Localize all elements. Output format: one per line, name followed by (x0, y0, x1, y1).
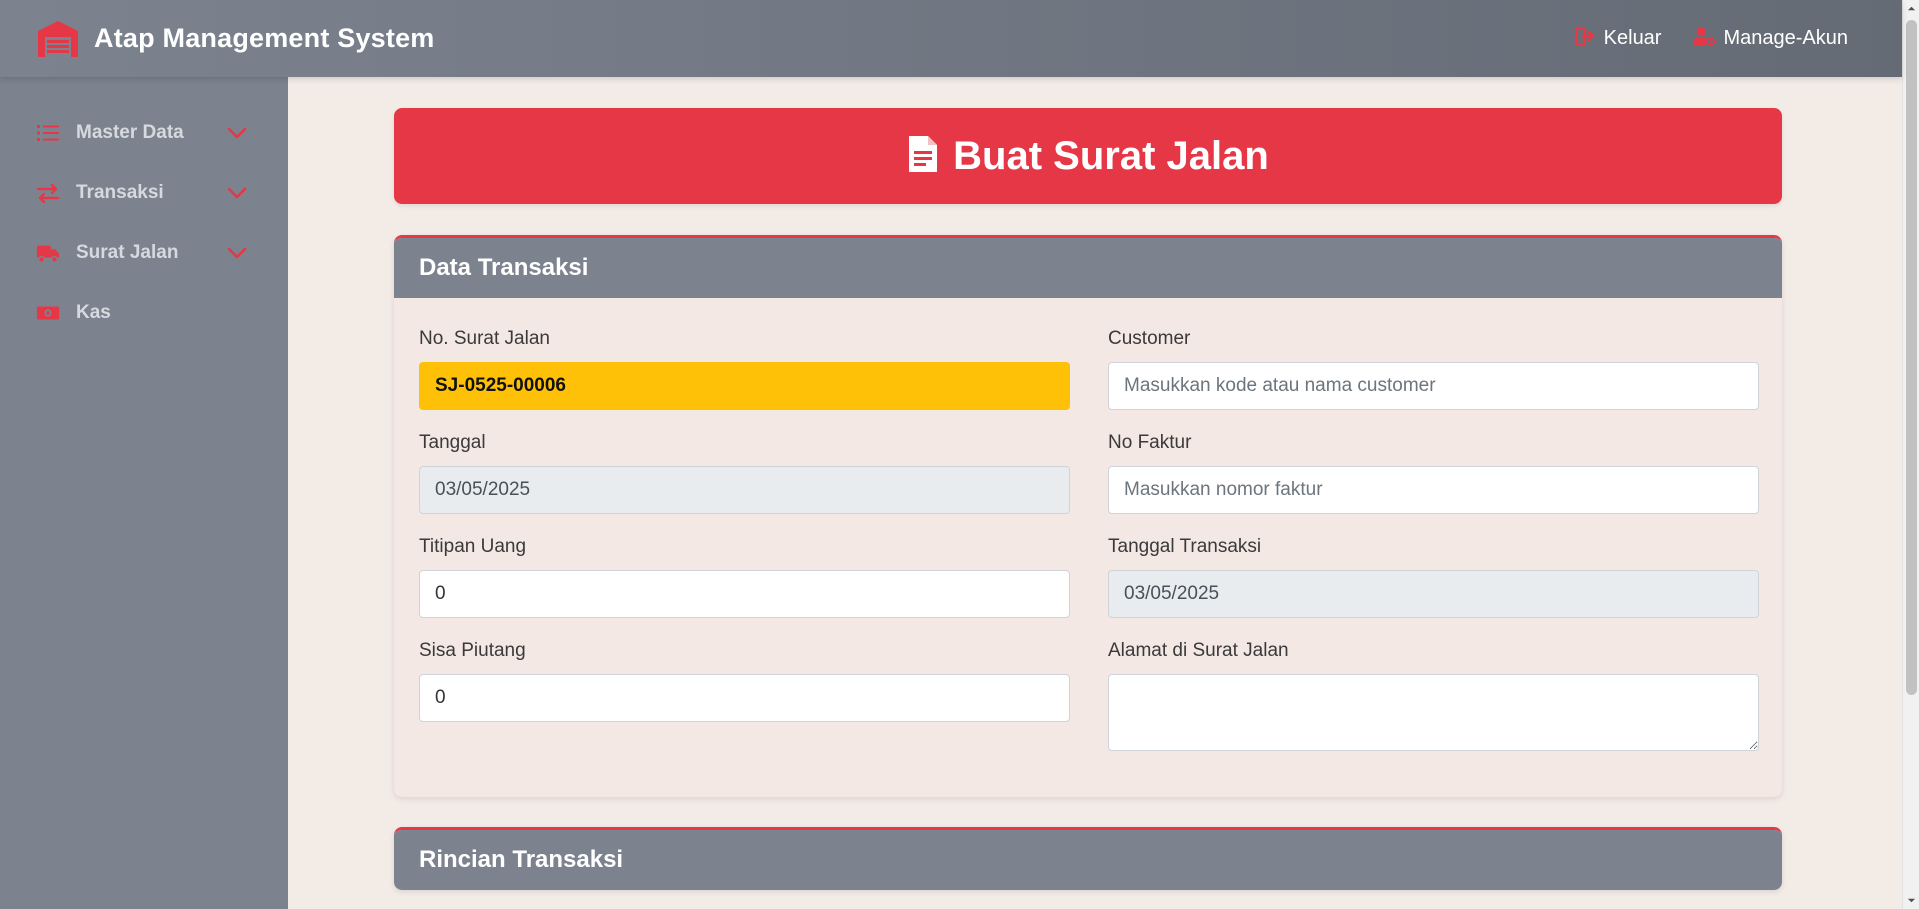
file-document-icon (907, 134, 939, 179)
manage-account-label: Manage-Akun (1723, 27, 1848, 49)
user-gear-icon (1693, 25, 1716, 53)
sidebar-item-surat-jalan[interactable]: Surat Jalan (0, 223, 288, 283)
titipan-uang-input[interactable] (419, 570, 1070, 618)
scroll-up-icon[interactable] (1903, 0, 1919, 17)
vertical-scrollbar[interactable] (1902, 0, 1919, 909)
tanggal-transaksi-field: Tanggal Transaksi (1108, 536, 1759, 618)
data-transaksi-card: Data Transaksi No. Surat Jalan Tanggal T… (394, 235, 1782, 797)
brand[interactable]: Atap Management System (36, 19, 435, 59)
alamat-label: Alamat di Surat Jalan (1108, 640, 1289, 661)
customer-label: Customer (1108, 328, 1191, 349)
sisa-piutang-input[interactable] (419, 674, 1070, 722)
scroll-thumb[interactable] (1906, 20, 1917, 695)
manage-account-link[interactable]: Manage-Akun (1693, 25, 1848, 53)
sidebar-item-label: Master Data (76, 122, 184, 143)
tanggal-label: Tanggal (419, 432, 486, 453)
card-header: Data Transaksi (394, 238, 1782, 298)
no-faktur-field: No Faktur (1108, 432, 1759, 514)
top-navbar: Atap Management System Keluar Manage-Aku… (0, 0, 1902, 77)
logout-link[interactable]: Keluar (1574, 25, 1662, 53)
customer-input[interactable] (1108, 362, 1759, 410)
sidebar-item-master-data[interactable]: Master Data (0, 103, 288, 163)
card-header: Rincian Transaksi (394, 830, 1782, 890)
card-title: Data Transaksi (419, 254, 589, 281)
app-title: Atap Management System (94, 23, 435, 53)
page-header: Buat Surat Jalan (394, 108, 1782, 204)
chevron-down-icon (226, 242, 248, 264)
page-title: Buat Surat Jalan (953, 133, 1269, 178)
rincian-transaksi-card: Rincian Transaksi (394, 827, 1782, 890)
chevron-down-icon (226, 182, 248, 204)
sisa-piutang-field: Sisa Piutang (419, 640, 1070, 722)
data-transaksi-form: No. Surat Jalan Tanggal Titipan Uang Sis… (394, 298, 1782, 797)
customer-field: Customer (1108, 328, 1759, 410)
no-surat-jalan-field: No. Surat Jalan (419, 328, 1070, 410)
card-title: Rincian Transaksi (419, 846, 624, 873)
logout-icon (1574, 25, 1596, 53)
no-surat-jalan-input[interactable] (419, 362, 1070, 410)
chevron-down-icon (226, 122, 248, 144)
sidebar-item-label: Kas (76, 302, 111, 323)
sisa-piutang-label: Sisa Piutang (419, 640, 526, 661)
sidebar-item-kas[interactable]: Kas (0, 283, 288, 343)
list-icon (36, 121, 60, 145)
alamat-textarea[interactable] (1108, 674, 1759, 751)
sidebar-item-label: Transaksi (76, 182, 164, 203)
truck-icon (36, 241, 60, 265)
tanggal-transaksi-input[interactable] (1108, 570, 1759, 618)
exchange-icon (36, 181, 60, 205)
titipan-uang-label: Titipan Uang (419, 536, 527, 557)
sidebar-item-transaksi[interactable]: Transaksi (0, 163, 288, 223)
sidebar: Master Data Transaksi Surat Jalan Kas (0, 77, 288, 909)
sidebar-item-label: Surat Jalan (76, 242, 179, 263)
main-content: Buat Surat Jalan Data Transaksi No. Sura… (394, 108, 1782, 890)
no-faktur-input[interactable] (1108, 466, 1759, 514)
scroll-down-icon[interactable] (1903, 892, 1919, 909)
money-icon (36, 301, 60, 325)
titipan-uang-field: Titipan Uang (419, 536, 1070, 618)
alamat-field: Alamat di Surat Jalan (1108, 640, 1759, 751)
tanggal-input[interactable] (419, 466, 1070, 514)
logout-label: Keluar (1603, 27, 1662, 49)
warehouse-icon (36, 19, 80, 59)
tanggal-field: Tanggal (419, 432, 1070, 514)
no-surat-jalan-label: No. Surat Jalan (419, 328, 550, 349)
tanggal-transaksi-label: Tanggal Transaksi (1108, 536, 1262, 557)
no-faktur-label: No Faktur (1108, 432, 1192, 453)
